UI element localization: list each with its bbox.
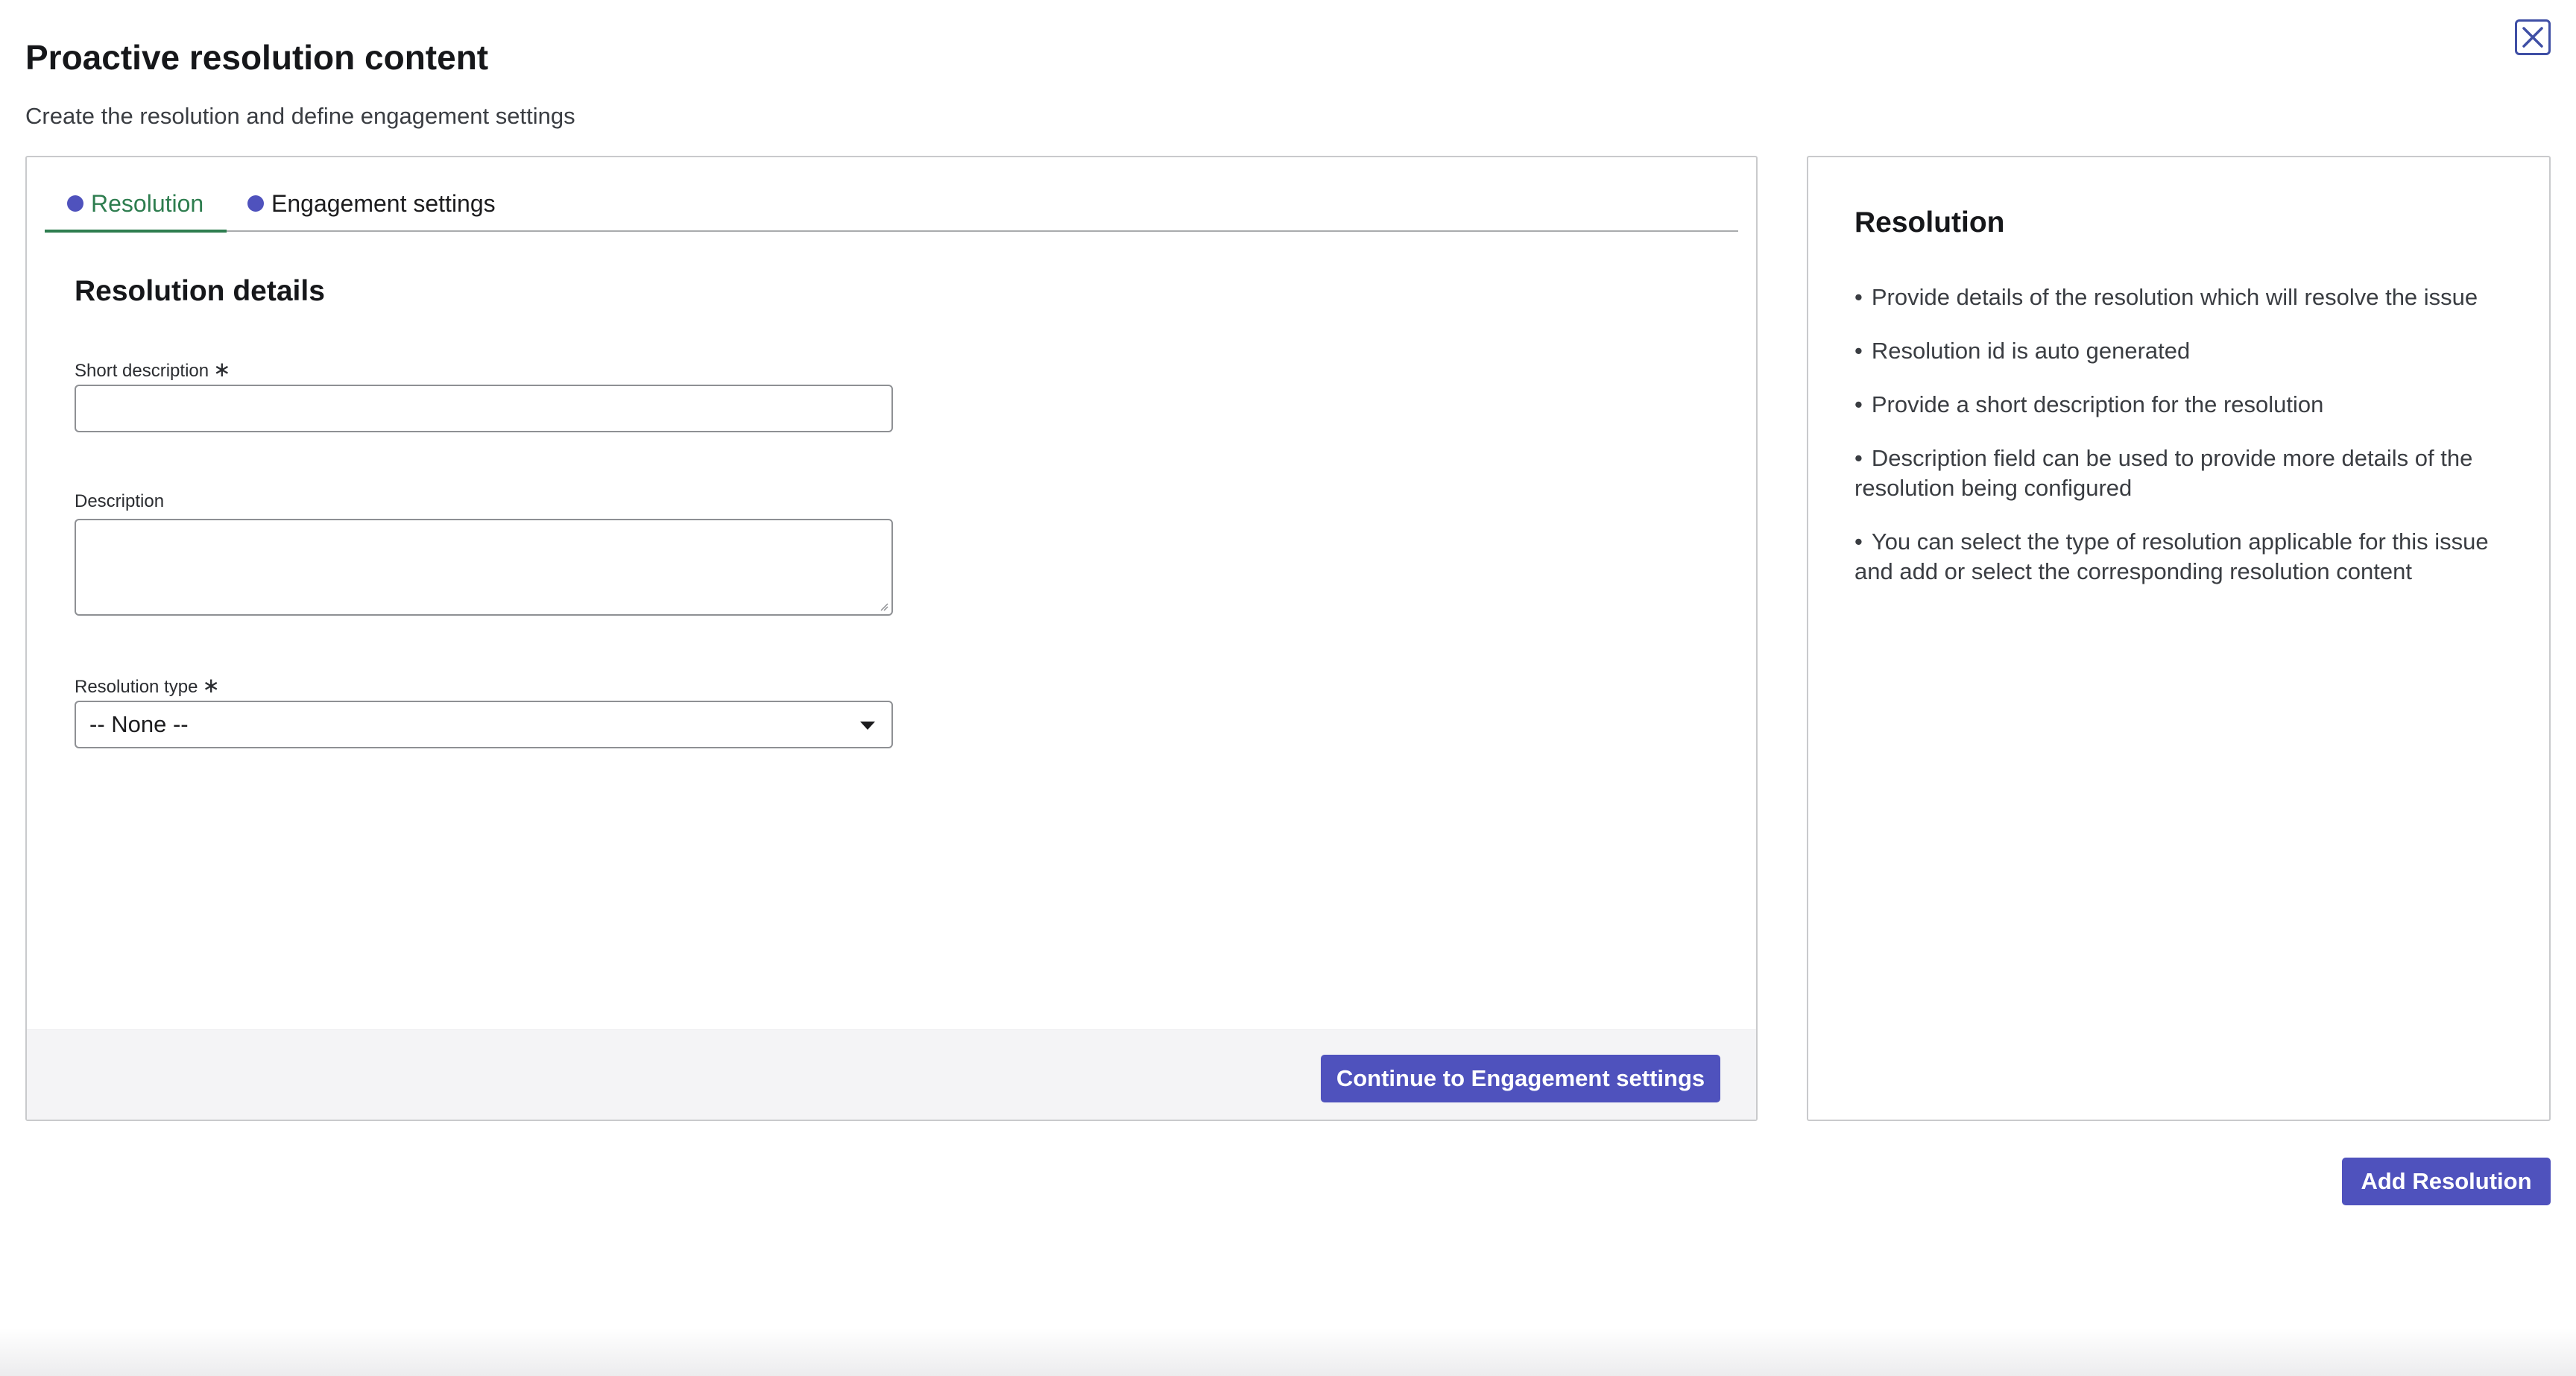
help-list-item: • Resolution id is auto generated <box>1854 338 2191 364</box>
bullet-icon: • <box>1854 284 1863 310</box>
help-list-item: • Description field can be used to provid… <box>1854 445 2473 501</box>
help-title: Resolution <box>1854 206 2005 239</box>
bottom-shadow <box>0 1328 2576 1376</box>
close-icon <box>2522 27 2543 48</box>
description-label: Description <box>75 491 165 511</box>
chevron-down-icon <box>860 722 875 730</box>
tab-resolution[interactable]: Resolution <box>45 177 227 233</box>
resolution-type-select[interactable]: -- None -- <box>75 701 893 748</box>
bullet-icon: • <box>1854 445 1863 471</box>
required-mark: ∗ <box>213 358 231 381</box>
help-list-item: • Provide a short description for the res… <box>1854 391 2324 417</box>
page-subtitle: Create the resolution and define engagem… <box>25 103 575 129</box>
resize-grip-icon[interactable] <box>880 602 888 611</box>
proactive-resolution-modal: Proactive resolution content Create the … <box>0 0 2576 1376</box>
status-dot-icon <box>247 195 264 212</box>
continue-to-engagement-settings-button[interactable]: Continue to Engagement settings <box>1321 1055 1720 1102</box>
description-textarea[interactable] <box>75 519 893 616</box>
help-list-item: • Provide details of the resolution which… <box>1854 284 2478 310</box>
bullet-icon: • <box>1854 338 1863 364</box>
tab-engagement-settings[interactable]: Engagement settings <box>237 177 496 230</box>
help-panel: Resolution • Provide details of the resol… <box>1807 156 2551 1121</box>
bullet-icon: • <box>1854 528 1863 555</box>
add-resolution-button[interactable]: Add Resolution <box>2342 1158 2551 1205</box>
section-title: Resolution details <box>75 275 325 307</box>
resolution-type-selected: -- None -- <box>89 711 189 737</box>
bullet-icon: • <box>1854 391 1863 417</box>
short-description-label: Short description ∗ <box>75 357 231 382</box>
tab-resolution-label: Resolution <box>91 189 204 217</box>
form-footer: Continue to Engagement settings <box>27 1029 1756 1120</box>
resolution-type-label: Resolution type ∗ <box>75 673 220 698</box>
short-description-input[interactable] <box>75 385 893 432</box>
page-title: Proactive resolution content <box>25 38 489 77</box>
help-list: • Provide details of the resolution which… <box>1854 283 2525 610</box>
status-dot-icon <box>67 195 83 212</box>
tab-bar: Resolution Engagement settings <box>45 177 1738 233</box>
tab-engagement-settings-label: Engagement settings <box>271 189 496 217</box>
help-list-item: • You can select the type of resolution a… <box>1854 528 2489 584</box>
close-button[interactable] <box>2515 19 2551 55</box>
required-mark: ∗ <box>202 674 220 697</box>
short-description-label-text: Short description <box>75 361 209 381</box>
resolution-type-label-text: Resolution type <box>75 677 198 697</box>
resolution-form-panel: Resolution Engagement settings Resolutio… <box>25 156 1758 1121</box>
